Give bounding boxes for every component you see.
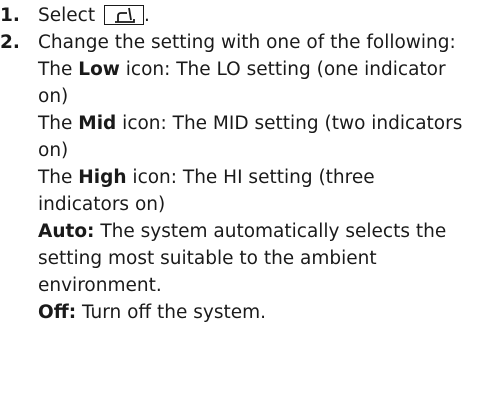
option-label: Low xyxy=(78,59,120,80)
option-prefix: The xyxy=(38,167,79,188)
option-high: The High icon: The HI setting (three ind… xyxy=(38,164,465,218)
step-number: 1. xyxy=(0,5,20,26)
instruction-page: 1. Select . 2. Change the setting with o… xyxy=(0,0,477,398)
step-number: 2. xyxy=(0,32,20,53)
step-2: 2. Change the setting with one of the fo… xyxy=(0,29,477,326)
step-intro: Change the setting with one of the follo… xyxy=(38,32,456,53)
step-content: Select . xyxy=(38,2,477,29)
option-description: The system automatically selects the set… xyxy=(38,221,447,296)
option-description: Turn off the system. xyxy=(76,302,267,323)
option-off: Off: Turn off the system. xyxy=(38,299,465,326)
option-label: Mid xyxy=(78,113,117,134)
option-label: Off: xyxy=(38,302,77,323)
option-prefix: The xyxy=(38,113,79,134)
option-low: The Low icon: The LO setting (one indica… xyxy=(38,56,465,110)
step-text: Select xyxy=(38,5,101,26)
step-text-end: . xyxy=(143,5,150,26)
option-label: Auto: xyxy=(38,221,95,242)
option-auto: Auto: The system automatically selects t… xyxy=(38,218,465,299)
option-mid: The Mid icon: The MID setting (two indic… xyxy=(38,110,465,164)
step-content: Change the setting with one of the follo… xyxy=(38,29,477,326)
option-prefix: The xyxy=(38,59,79,80)
option-label: High xyxy=(78,167,127,188)
step-1: 1. Select . xyxy=(0,2,477,29)
seat-heater-icon xyxy=(103,5,144,25)
